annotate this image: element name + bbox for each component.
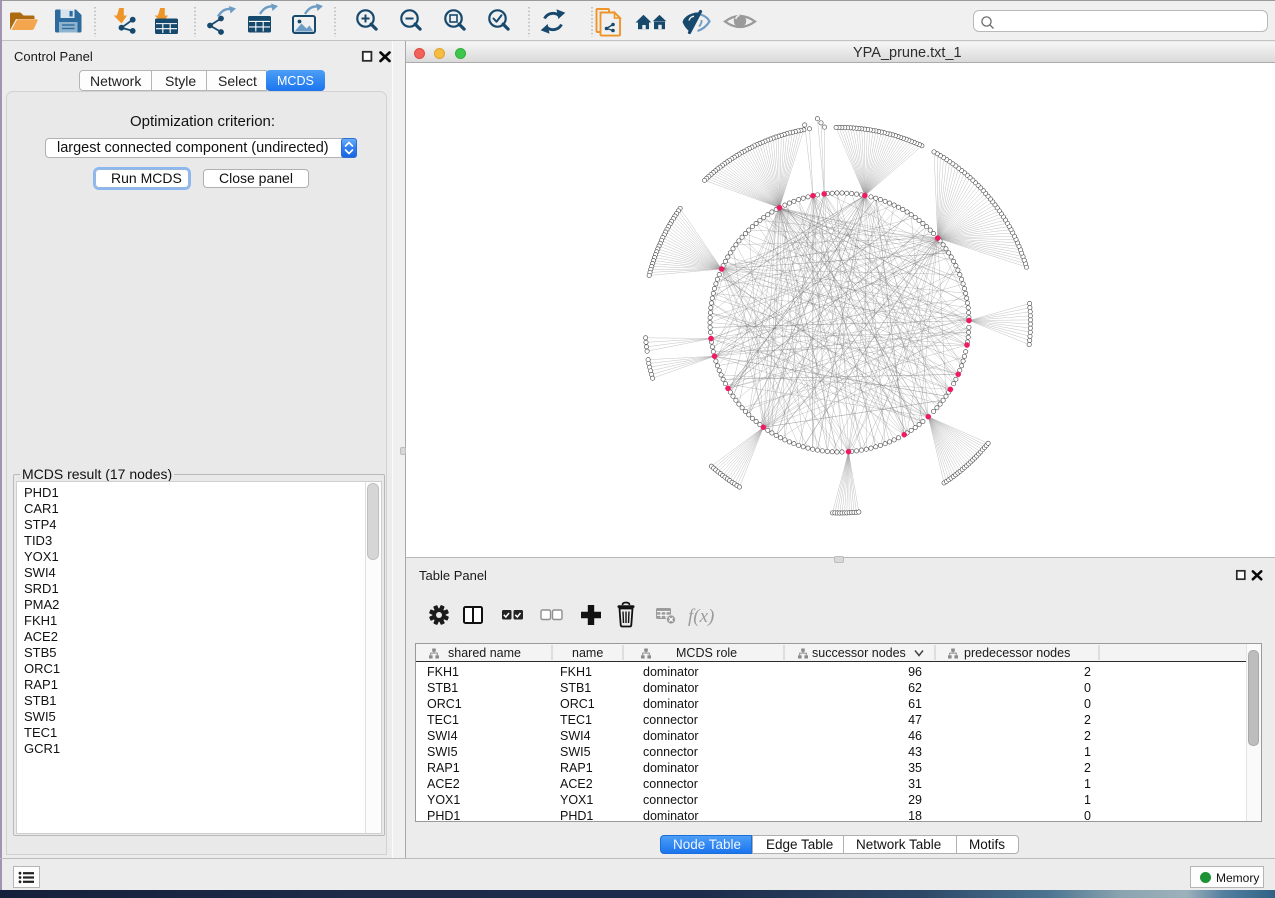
svg-text:ORC1: ORC1 [427, 697, 462, 711]
svg-text:0: 0 [1084, 697, 1091, 711]
svg-text:RAP1: RAP1 [427, 761, 460, 775]
svg-text:YOX1: YOX1 [427, 793, 460, 807]
svg-text:STB1: STB1 [427, 681, 458, 695]
svg-text:2: 2 [1084, 665, 1091, 679]
svg-text:43: 43 [908, 745, 922, 759]
svg-text:predecessor nodes: predecessor nodes [964, 646, 1070, 660]
svg-text:61: 61 [908, 697, 922, 711]
svg-text:ORC1: ORC1 [560, 697, 595, 711]
svg-text:RAP1: RAP1 [560, 761, 593, 775]
svg-text:ACE2: ACE2 [560, 777, 593, 791]
svg-text:TEC1: TEC1 [427, 713, 459, 727]
svg-text:YOX1: YOX1 [560, 793, 593, 807]
svg-text:dominator: dominator [643, 681, 699, 695]
svg-text:name: name [572, 646, 603, 660]
svg-text:dominator: dominator [643, 697, 699, 711]
svg-text:0: 0 [1084, 681, 1091, 695]
svg-text:29: 29 [908, 793, 922, 807]
svg-text:2: 2 [1084, 729, 1091, 743]
svg-text:MCDS role: MCDS role [676, 646, 737, 660]
svg-text:PHD1: PHD1 [427, 809, 460, 822]
svg-text:PHD1: PHD1 [560, 809, 593, 822]
svg-text:connector: connector [643, 777, 698, 791]
svg-text:31: 31 [908, 777, 922, 791]
svg-text:connector: connector [643, 793, 698, 807]
svg-text:dominator: dominator [643, 809, 699, 822]
svg-text:successor nodes: successor nodes [812, 646, 906, 660]
svg-text:connector: connector [643, 745, 698, 759]
svg-text:0: 0 [1084, 809, 1091, 822]
svg-text:1: 1 [1084, 793, 1091, 807]
svg-text:96: 96 [908, 665, 922, 679]
svg-text:dominator: dominator [643, 729, 699, 743]
svg-text:62: 62 [908, 681, 922, 695]
svg-text:SWI5: SWI5 [427, 745, 458, 759]
svg-text:dominator: dominator [643, 761, 699, 775]
svg-text:SWI5: SWI5 [560, 745, 591, 759]
svg-text:STB1: STB1 [560, 681, 591, 695]
svg-text:f(x): f(x) [688, 606, 714, 627]
svg-text:ACE2: ACE2 [427, 777, 460, 791]
svg-text:2: 2 [1084, 713, 1091, 727]
svg-text:TEC1: TEC1 [560, 713, 592, 727]
svg-text:47: 47 [908, 713, 922, 727]
svg-text:FKH1: FKH1 [560, 665, 592, 679]
svg-text:1: 1 [1084, 745, 1091, 759]
svg-text:shared name: shared name [448, 646, 521, 660]
svg-text:1: 1 [1084, 777, 1091, 791]
svg-text:dominator: dominator [643, 665, 699, 679]
svg-text:SWI4: SWI4 [427, 729, 458, 743]
svg-text:18: 18 [908, 809, 922, 822]
svg-text:SWI4: SWI4 [560, 729, 591, 743]
svg-text:connector: connector [643, 713, 698, 727]
svg-text:2: 2 [1084, 761, 1091, 775]
svg-text:35: 35 [908, 761, 922, 775]
svg-text:46: 46 [908, 729, 922, 743]
svg-text:FKH1: FKH1 [427, 665, 459, 679]
